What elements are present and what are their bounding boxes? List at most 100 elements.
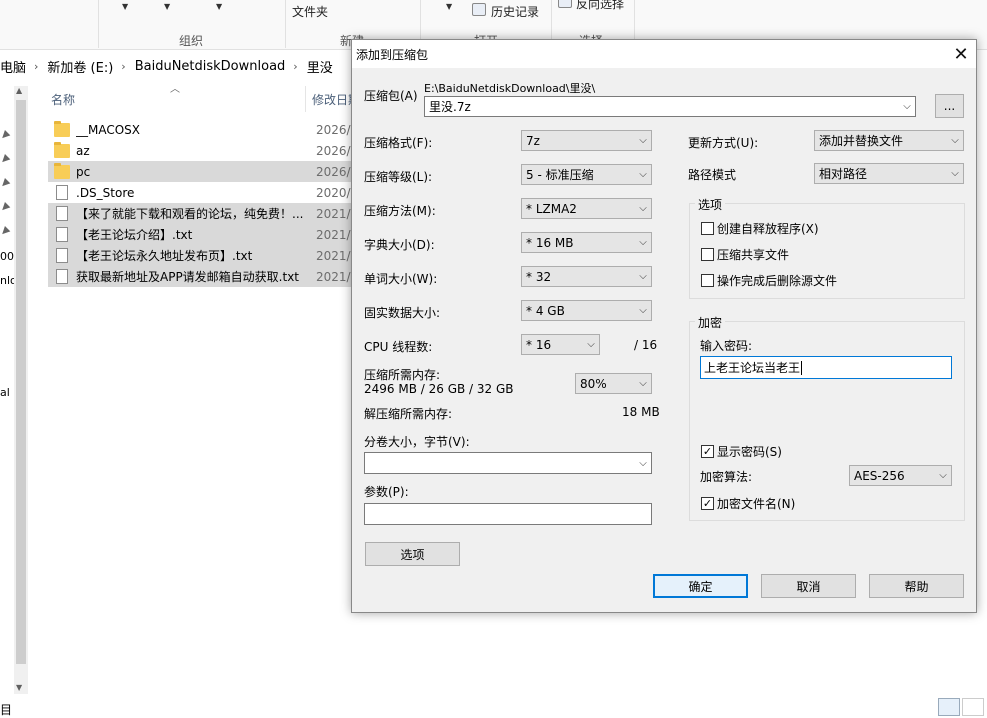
cancel-button[interactable]: 取消	[761, 574, 856, 598]
ribbon-invert-select-button[interactable]: 反向选择	[576, 0, 624, 12]
chevron-right-icon[interactable]: ›	[293, 60, 297, 73]
details-view-button[interactable]	[938, 698, 960, 716]
chevron-down-icon[interactable]: ⌵	[635, 135, 651, 146]
sfx-checkbox-label: 创建自释放程序(X)	[717, 222, 819, 236]
close-icon[interactable]: ✕	[946, 40, 976, 68]
chevron-down-icon[interactable]: ⌵	[635, 458, 651, 469]
file-row[interactable]: 获取最新地址及APP请发邮箱自动获取.txt 2021/6	[48, 266, 354, 287]
password-input[interactable]: 上老王论坛当老王	[700, 356, 952, 379]
chevron-down-icon[interactable]: ⌵	[947, 168, 963, 179]
dropdown-caret-icon[interactable]: ▼	[446, 2, 452, 11]
ribbon-history-button[interactable]: 历史记录	[491, 3, 539, 20]
chevron-down-icon[interactable]: ⌵	[635, 203, 651, 214]
nav-item-label[interactable]: al	[0, 386, 10, 399]
checkbox-box[interactable]	[701, 248, 714, 261]
scroll-down-icon[interactable]: ▼	[16, 683, 22, 692]
format-label: 压缩格式(F):	[364, 136, 433, 150]
show-password-checkbox[interactable]: ✓ 显示密码(S)	[701, 443, 782, 460]
chevron-down-icon[interactable]: ⌵	[635, 237, 651, 248]
file-row[interactable]: pc 2026/8	[48, 161, 354, 182]
checkbox-box[interactable]	[701, 222, 714, 235]
file-name: 【来了就能下载和观看的论坛，纯免费！...	[76, 207, 304, 221]
chevron-down-icon[interactable]: ⌵	[899, 101, 915, 112]
file-date: 2021/6	[316, 206, 354, 221]
solid-value: * 4 GB	[526, 303, 565, 318]
options-button[interactable]: 选项	[365, 542, 460, 566]
checkmark-icon[interactable]: ✓	[701, 445, 714, 458]
file-row[interactable]: 【来了就能下载和观看的论坛，纯免费！... 2021/6	[48, 203, 354, 224]
level-select[interactable]: 5 - 标准压缩 ⌵	[521, 164, 652, 185]
file-date: 2021/6	[316, 269, 354, 284]
thumbnail-view-button[interactable]	[962, 698, 984, 716]
pin-icon: ▼	[0, 176, 12, 191]
checkmark-icon[interactable]: ✓	[701, 497, 714, 510]
update-label: 更新方式(U):	[688, 136, 759, 150]
split-size-combo[interactable]: ⌵	[364, 452, 652, 474]
nav-item-label[interactable]: 00	[0, 250, 14, 263]
chevron-down-icon[interactable]: ⌵	[635, 305, 651, 316]
file-row[interactable]: 【老王论坛介绍】.txt 2021/6	[48, 224, 354, 245]
breadcrumb-item[interactable]: BaiduNetdiskDownload	[135, 59, 286, 74]
chevron-down-icon[interactable]: ⌵	[947, 135, 963, 146]
ok-button[interactable]: 确定	[653, 574, 748, 598]
help-button[interactable]: 帮助	[869, 574, 964, 598]
column-header-modified[interactable]: 修改日期	[312, 88, 352, 110]
chevron-down-icon[interactable]: ⌵	[935, 470, 951, 481]
params-label: 参数(P):	[364, 485, 409, 499]
dropdown-caret-icon[interactable]: ▼	[216, 2, 222, 11]
browse-button[interactable]: ...	[935, 94, 964, 118]
chevron-down-icon[interactable]: ⌵	[635, 271, 651, 282]
word-select[interactable]: * 32 ⌵	[521, 266, 652, 287]
breadcrumb-item[interactable]: 电脑	[0, 57, 26, 76]
params-input[interactable]	[364, 503, 652, 525]
column-header-name[interactable]: 名称	[51, 88, 75, 110]
pin-icon: ▼	[0, 128, 12, 143]
shared-files-checkbox[interactable]: 压缩共享文件	[701, 246, 789, 263]
ribbon-divider	[98, 0, 99, 48]
method-select[interactable]: * LZMA2 ⌵	[521, 198, 652, 219]
mem-percent-select[interactable]: 80% ⌵	[575, 373, 652, 394]
folder-icon	[54, 162, 70, 179]
password-value[interactable]: 上老王论坛当老王	[704, 359, 800, 376]
breadcrumb-item[interactable]: 里没	[307, 57, 333, 76]
encrypt-names-checkbox[interactable]: ✓ 加密文件名(N)	[701, 495, 795, 512]
split-label: 分卷大小，字节(V):	[364, 435, 470, 449]
chevron-right-icon[interactable]: ›	[34, 60, 38, 73]
solid-select[interactable]: * 4 GB ⌵	[521, 300, 652, 321]
breadcrumb-item[interactable]: 新加卷 (E:)	[47, 57, 113, 76]
ribbon-group-label: 组织	[179, 34, 204, 48]
enc-method-select[interactable]: AES-256 ⌵	[849, 465, 952, 486]
column-divider[interactable]	[305, 86, 306, 112]
file-row[interactable]: az 2026/8	[48, 140, 354, 161]
chevron-right-icon[interactable]: ›	[121, 60, 125, 73]
mem-value: 2496 MB / 26 GB / 32 GB	[364, 382, 514, 396]
path-mode-select[interactable]: 相对路径 ⌵	[814, 163, 964, 184]
file-row[interactable]: __MACOSX 2026/8	[48, 119, 354, 140]
update-mode-select[interactable]: 添加并替换文件 ⌵	[814, 130, 964, 151]
delete-after-checkbox[interactable]: 操作完成后删除源文件	[701, 272, 837, 289]
format-select[interactable]: 7z ⌵	[521, 130, 652, 151]
chevron-down-icon[interactable]: ⌵	[635, 169, 651, 180]
chevron-down-icon[interactable]: ⌵	[583, 339, 599, 350]
dropdown-caret-icon[interactable]: ▼	[164, 2, 170, 11]
scroll-up-icon[interactable]: ▲	[16, 86, 22, 95]
chevron-down-icon[interactable]: ⌵	[635, 378, 651, 389]
file-row[interactable]: .DS_Store 2020/1	[48, 182, 354, 203]
file-name: __MACOSX	[76, 122, 141, 137]
file-icon	[56, 248, 68, 263]
scrollbar-thumb[interactable]	[16, 100, 26, 664]
archive-name-value[interactable]: 里没.7z	[429, 98, 899, 115]
cpu-select[interactable]: * 16 ⌵	[521, 334, 600, 355]
checkbox-box[interactable]	[701, 274, 714, 287]
dict-select[interactable]: * 16 MB ⌵	[521, 232, 652, 253]
file-date: 2021/6	[316, 227, 354, 242]
dialog-titlebar[interactable]: 添加到压缩包 ✕	[352, 40, 976, 68]
file-date: 2020/1	[316, 185, 354, 200]
sfx-checkbox[interactable]: 创建自释放程序(X)	[701, 220, 819, 237]
dict-label: 字典大小(D):	[364, 238, 435, 252]
dropdown-caret-icon[interactable]: ▼	[122, 2, 128, 11]
ribbon-new-folder-label[interactable]: 文件夹	[292, 3, 328, 20]
nav-scrollbar[interactable]: ▲ ▼	[14, 86, 28, 694]
file-row[interactable]: 【老王论坛永久地址发布页】.txt 2021/6	[48, 245, 354, 266]
archive-name-combo[interactable]: 里没.7z ⌵	[424, 96, 916, 117]
